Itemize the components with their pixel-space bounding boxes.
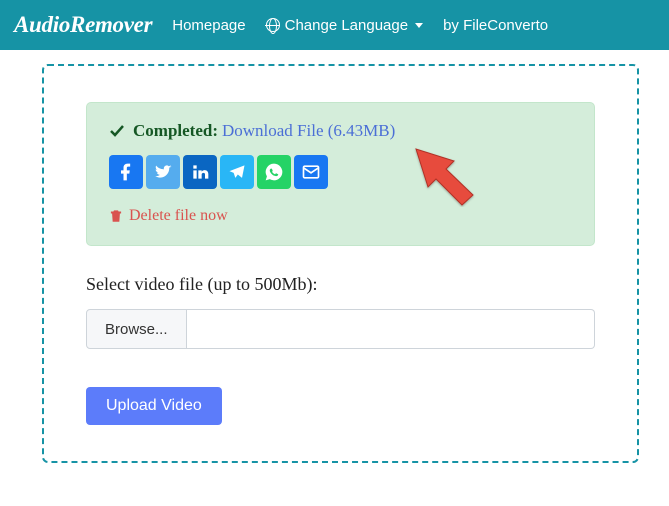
status-line: Completed: Download File (6.43MB) xyxy=(109,121,572,141)
upload-panel: Completed: Download File (6.43MB) xyxy=(42,64,639,463)
brand-logo[interactable]: AudioRemover xyxy=(14,12,152,38)
share-facebook[interactable] xyxy=(109,155,143,189)
file-input[interactable] xyxy=(187,309,595,349)
browse-button[interactable]: Browse... xyxy=(86,309,187,349)
select-file-label: Select video file (up to 500Mb): xyxy=(86,274,595,295)
download-link[interactable]: Download File (6.43MB) xyxy=(222,121,395,141)
share-mail[interactable] xyxy=(294,155,328,189)
share-twitter[interactable] xyxy=(146,155,180,189)
caret-down-icon xyxy=(415,23,423,28)
check-icon xyxy=(109,123,125,139)
navbar: AudioRemover Homepage Change Language by… xyxy=(0,0,669,50)
trash-icon xyxy=(109,209,123,223)
change-language-label: Change Language xyxy=(285,17,408,34)
completed-label: Completed: xyxy=(133,121,218,141)
success-panel: Completed: Download File (6.43MB) xyxy=(86,102,595,246)
file-input-row: Browse... xyxy=(86,309,595,349)
share-row xyxy=(109,155,572,189)
delete-file-link[interactable]: Delete file now xyxy=(109,207,572,225)
nav-change-language[interactable]: Change Language xyxy=(266,17,423,34)
globe-icon xyxy=(266,18,280,32)
share-whatsapp[interactable] xyxy=(257,155,291,189)
nav-homepage[interactable]: Homepage xyxy=(172,17,245,34)
delete-file-label: Delete file now xyxy=(129,207,228,225)
share-linkedin[interactable] xyxy=(183,155,217,189)
upload-video-button[interactable]: Upload Video xyxy=(86,387,222,425)
share-telegram[interactable] xyxy=(220,155,254,189)
nav-fileconverto[interactable]: by FileConverto xyxy=(443,17,548,34)
